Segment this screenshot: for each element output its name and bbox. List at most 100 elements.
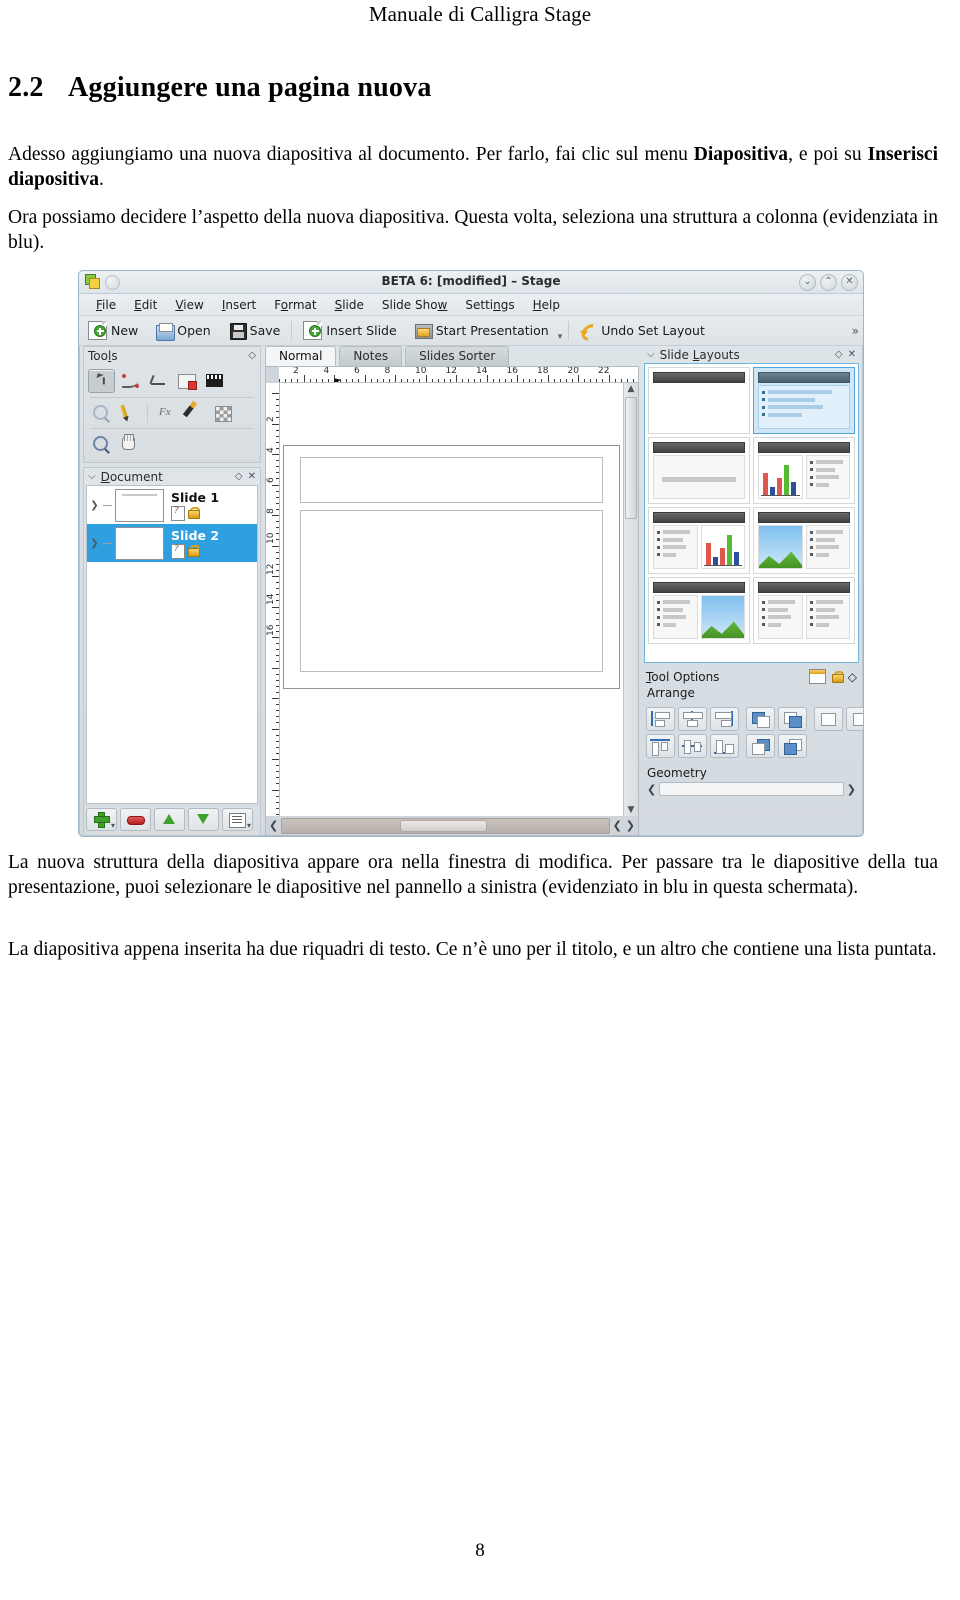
title-two-bullets-layout[interactable] bbox=[753, 577, 855, 644]
collapse-icon[interactable]: ⌵ bbox=[88, 471, 96, 482]
list-item[interactable]: ❯ Slide 1 bbox=[87, 486, 257, 524]
canvas-vertical-scrollbar[interactable]: ▲ ▼ bbox=[623, 383, 638, 816]
align-top-button[interactable] bbox=[646, 733, 675, 758]
title-placeholder[interactable] bbox=[300, 457, 603, 503]
curve-tool[interactable] bbox=[118, 370, 143, 392]
pan-tool[interactable] bbox=[116, 433, 141, 455]
document-float-icon[interactable]: ◇ bbox=[235, 471, 243, 482]
close-button[interactable]: ✕ bbox=[841, 274, 858, 291]
menu-slide[interactable]: Slide bbox=[326, 297, 373, 313]
slide-layouts-list[interactable] bbox=[644, 363, 859, 663]
list-item[interactable]: ❯ Slide 2 bbox=[87, 524, 257, 562]
title-only-layout[interactable] bbox=[648, 367, 750, 434]
video-tool[interactable] bbox=[202, 370, 227, 392]
lower-button[interactable] bbox=[778, 733, 807, 758]
tab-normal[interactable]: Normal bbox=[265, 346, 337, 366]
align-center-vertical-button[interactable] bbox=[678, 733, 707, 758]
tab-notes[interactable]: Notes bbox=[339, 346, 403, 366]
save-button[interactable]: Save bbox=[220, 322, 290, 340]
list-options-button[interactable]: ▾ bbox=[222, 808, 253, 831]
tools-float-icon[interactable]: ◇ bbox=[248, 350, 256, 361]
menu-slide-show-accel: w bbox=[437, 297, 448, 312]
horizontal-ruler[interactable]: 2 4 6 8 10 12 14 16 18 20 22 bbox=[279, 367, 638, 383]
toolbar-overflow-button[interactable]: » bbox=[852, 324, 859, 338]
scroll-left-icon[interactable]: ❮ bbox=[646, 783, 657, 796]
select-tool[interactable] bbox=[88, 369, 115, 393]
slide-list[interactable]: ❯ Slide 1 ❯ bbox=[86, 485, 258, 804]
title-bullets-picture-layout[interactable] bbox=[648, 577, 750, 644]
unlock-icon[interactable] bbox=[188, 545, 200, 557]
fx-tool[interactable]: Fx bbox=[154, 402, 179, 424]
expand-chevron-icon[interactable]: ❯ bbox=[89, 500, 100, 511]
scroll-right-icon[interactable]: ❯ bbox=[846, 783, 857, 796]
document-close-icon[interactable]: ✕ bbox=[248, 471, 256, 482]
tool-options-bottom-scrollbar[interactable]: ❮ ❯ bbox=[643, 780, 860, 798]
horizontal-scroll-track[interactable] bbox=[281, 817, 610, 834]
insert-slide-button[interactable]: Insert Slide bbox=[294, 321, 405, 340]
menu-view[interactable]: View bbox=[166, 297, 212, 313]
move-up-button[interactable] bbox=[154, 808, 185, 831]
send-to-back-button[interactable] bbox=[746, 733, 775, 758]
group-button[interactable] bbox=[814, 706, 843, 731]
vertical-scroll-thumb[interactable] bbox=[625, 397, 637, 519]
zoom-tool[interactable] bbox=[88, 433, 113, 455]
title-picture-bullets-layout[interactable] bbox=[753, 507, 855, 574]
slide-canvas[interactable] bbox=[280, 383, 623, 816]
brush-tool[interactable] bbox=[182, 402, 207, 424]
bring-to-front-button[interactable] bbox=[746, 706, 775, 731]
start-presentation-button[interactable]: Start Presentation bbox=[406, 322, 558, 339]
expand-chevron-icon[interactable]: ❯ bbox=[89, 538, 100, 549]
layouts-close-icon[interactable]: ✕ bbox=[848, 349, 856, 360]
canvas-horizontal-scrollbar[interactable]: ❮ ❮ ❯ bbox=[266, 816, 638, 835]
scroll-next-page-icon[interactable]: ❯ bbox=[625, 819, 636, 832]
image-tool[interactable] bbox=[174, 370, 199, 392]
menu-format[interactable]: Format bbox=[265, 297, 325, 313]
lock-icon[interactable] bbox=[831, 670, 844, 683]
tab-slides-sorter[interactable]: Slides Sorter bbox=[405, 346, 510, 366]
align-right-button[interactable] bbox=[710, 706, 739, 731]
undo-set-layout-button[interactable]: Undo Set Layout bbox=[571, 323, 714, 338]
raise-button[interactable] bbox=[778, 706, 807, 731]
slide-thumbnail[interactable] bbox=[115, 526, 164, 560]
tool-options-float-icon[interactable]: ◇ bbox=[848, 670, 857, 684]
menu-edit[interactable]: Edit bbox=[125, 297, 166, 313]
pen-tool[interactable] bbox=[116, 402, 141, 424]
page-icon[interactable] bbox=[808, 669, 826, 684]
shade-button[interactable]: ⌄ bbox=[799, 274, 816, 291]
menu-settings[interactable]: Settings bbox=[456, 297, 523, 313]
menu-help[interactable]: Help bbox=[524, 297, 569, 313]
pattern-tool[interactable] bbox=[88, 402, 113, 424]
new-button[interactable]: New bbox=[79, 321, 147, 340]
title-bullets-layout[interactable] bbox=[753, 367, 855, 434]
content-placeholder[interactable] bbox=[300, 510, 603, 672]
scroll-prev-page-icon[interactable]: ❮ bbox=[612, 819, 623, 832]
collapse-icon[interactable]: ⌵ bbox=[647, 349, 655, 360]
open-button[interactable]: Open bbox=[147, 322, 219, 341]
scroll-down-icon[interactable]: ▼ bbox=[628, 804, 635, 816]
add-slide-button[interactable]: ▾ bbox=[86, 808, 117, 831]
title-bullets-chart-layout[interactable] bbox=[648, 507, 750, 574]
move-down-button[interactable] bbox=[188, 808, 219, 831]
menu-insert[interactable]: Insert bbox=[213, 297, 265, 313]
remove-slide-button[interactable] bbox=[120, 808, 151, 831]
scroll-up-icon[interactable]: ▲ bbox=[628, 383, 635, 395]
menu-slide-show[interactable]: Slide Show bbox=[373, 297, 457, 313]
geometry-scroll-track[interactable] bbox=[659, 782, 844, 796]
title-chart-bullets-layout[interactable] bbox=[753, 437, 855, 504]
fill-tool[interactable] bbox=[210, 402, 235, 424]
slide-page[interactable] bbox=[283, 445, 620, 689]
align-center-horizontal-button[interactable] bbox=[678, 706, 707, 731]
layouts-float-icon[interactable]: ◇ bbox=[835, 349, 843, 360]
ungroup-button[interactable] bbox=[846, 706, 863, 731]
align-left-button[interactable] bbox=[646, 706, 675, 731]
vertical-ruler[interactable]: 2 4 6 8 10 12 14 16 bbox=[266, 383, 280, 816]
horizontal-scroll-thumb[interactable] bbox=[399, 819, 487, 832]
line-tool[interactable] bbox=[146, 370, 171, 392]
align-bottom-button[interactable] bbox=[710, 733, 739, 758]
scroll-left-icon[interactable]: ❮ bbox=[268, 819, 279, 832]
slide-thumbnail[interactable] bbox=[115, 488, 164, 522]
menu-file[interactable]: File bbox=[87, 297, 125, 313]
title-centered-text-layout[interactable] bbox=[648, 437, 750, 504]
maximize-button[interactable]: ⌃ bbox=[820, 274, 837, 291]
unlock-icon[interactable] bbox=[188, 507, 200, 519]
